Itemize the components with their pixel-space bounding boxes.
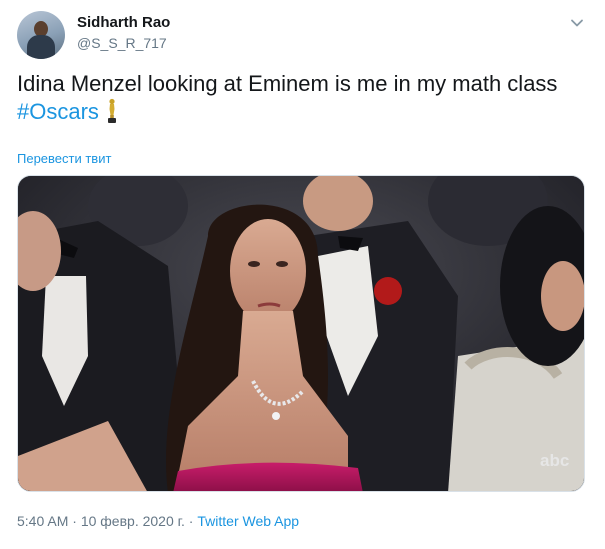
tweet-line-2: #Oscars bbox=[17, 98, 597, 126]
tweet-card: Sidharth Rao @S_S_R_717 Idina Menzel loo… bbox=[0, 0, 605, 549]
tweet-source[interactable]: Twitter Web App bbox=[197, 513, 299, 529]
hashtag-link[interactable]: #Oscars bbox=[17, 99, 99, 124]
tweet-date[interactable]: 10 февр. 2020 г. bbox=[81, 513, 185, 529]
chevron-down-icon[interactable] bbox=[568, 14, 586, 32]
translate-tweet-link[interactable]: Перевести твит bbox=[17, 151, 111, 166]
tweet-time[interactable]: 5:40 AM bbox=[17, 513, 68, 529]
tweet-meta: 5:40 AM · 10 февр. 2020 г. · Twitter Web… bbox=[17, 513, 299, 529]
tweet-media[interactable]: abc bbox=[17, 175, 585, 492]
trophy-icon bbox=[107, 98, 116, 123]
user-name[interactable]: Sidharth Rao bbox=[77, 14, 170, 31]
tweet-body: Idina Menzel looking at Eminem is me in … bbox=[17, 71, 558, 96]
user-handle[interactable]: @S_S_R_717 bbox=[77, 35, 167, 51]
media-image: abc bbox=[18, 176, 584, 491]
abc-watermark: abc bbox=[540, 451, 569, 470]
meta-separator-2: · bbox=[184, 513, 198, 529]
tweet-text: Idina Menzel looking at Eminem is me in … bbox=[17, 70, 597, 126]
avatar[interactable] bbox=[17, 11, 65, 59]
meta-separator: · bbox=[68, 513, 81, 529]
